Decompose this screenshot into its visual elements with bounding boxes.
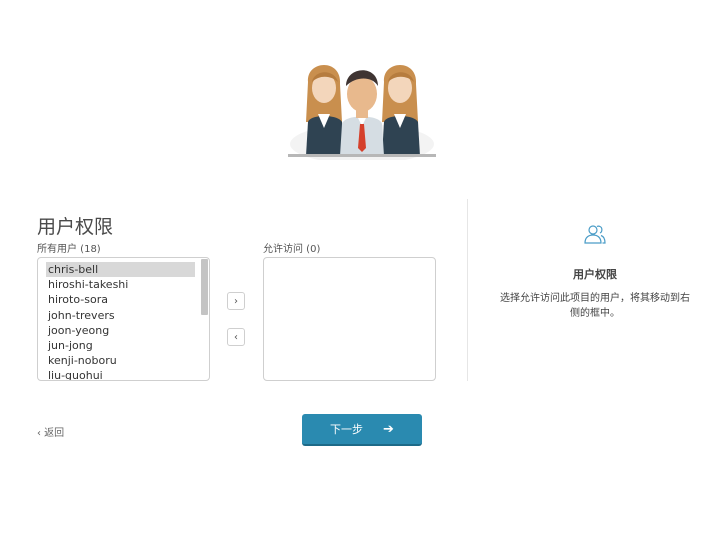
- list-item[interactable]: chris-bell: [46, 262, 195, 278]
- move-right-button[interactable]: ›: [227, 292, 245, 310]
- team-illustration: [288, 65, 436, 160]
- users-icon: [584, 225, 606, 244]
- help-title: 用户权限: [573, 268, 617, 281]
- permissions-page: 用户权限 所有用户 (18) 允许访问 (0) chris-bell hirosh…: [0, 0, 720, 540]
- arrow-right-icon: ➔: [383, 421, 394, 437]
- chevron-right-icon: ›: [234, 295, 238, 307]
- page-title: 用户权限: [37, 215, 114, 238]
- next-button[interactable]: 下一步 ➔: [302, 414, 422, 446]
- all-users-listbox[interactable]: chris-bell hiroshi-takeshi hiroto-sora john…: [37, 257, 210, 381]
- help-panel: 用户权限 选择允许访问此项目的用户，将其移动到右侧的框中。: [478, 222, 712, 321]
- allowed-users-label: 允许访问 (0): [263, 244, 321, 255]
- all-users-items: chris-bell hiroshi-takeshi hiroto-sora john…: [46, 262, 195, 380]
- move-left-button[interactable]: ‹: [227, 328, 245, 346]
- list-item[interactable]: hiroshi-takeshi: [46, 277, 195, 292]
- scrollbar-thumb[interactable]: [201, 259, 208, 315]
- list-item[interactable]: hiroto-sora: [46, 292, 195, 307]
- list-item[interactable]: liu-guohui: [46, 368, 195, 380]
- next-button-label: 下一步: [330, 423, 364, 436]
- list-item[interactable]: kenji-noboru: [46, 353, 195, 368]
- list-item[interactable]: joon-yeong: [46, 323, 195, 338]
- vertical-divider: [467, 199, 468, 381]
- back-link[interactable]: ‹ 返回: [37, 424, 64, 439]
- all-users-scrollbar[interactable]: [201, 259, 208, 379]
- all-users-label: 所有用户 (18): [37, 244, 101, 255]
- allowed-users-listbox[interactable]: [263, 257, 436, 381]
- help-description: 选择允许访问此项目的用户，将其移动到右侧的框中。: [500, 293, 690, 319]
- list-item[interactable]: john-trevers: [46, 308, 195, 323]
- chevron-left-icon: ‹: [234, 331, 238, 343]
- list-item[interactable]: jun-jong: [46, 338, 195, 353]
